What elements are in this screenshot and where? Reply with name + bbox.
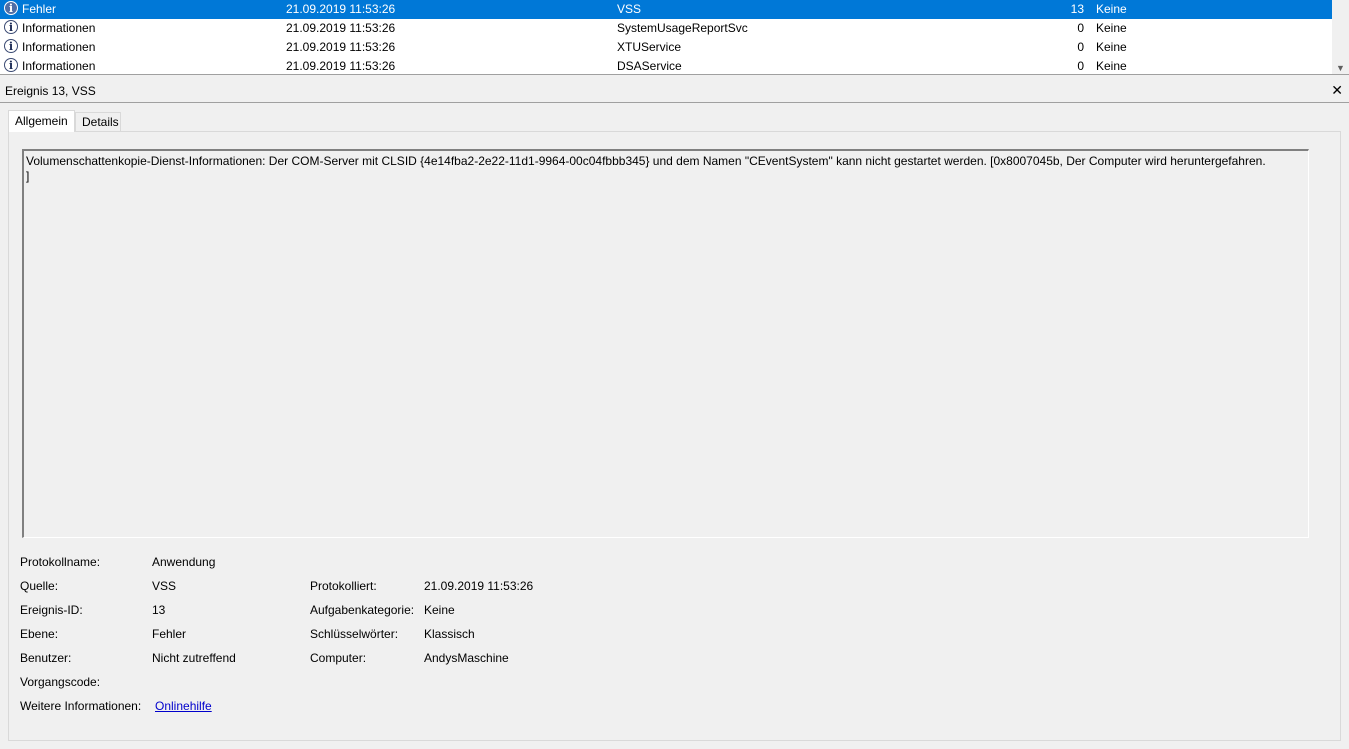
- opcode-label: Vorgangscode:: [20, 675, 101, 689]
- logged-value: 21.09.2019 11:53:26: [424, 579, 534, 593]
- online-help-link[interactable]: Onlinehilfe: [155, 699, 212, 713]
- keywords-label: Schlüsselwörter:: [310, 627, 399, 641]
- event-task-category: Keine: [1096, 59, 1127, 73]
- event-id: 0: [1077, 59, 1084, 73]
- log-name-label: Protokollname:: [20, 555, 101, 569]
- computer-label: Computer:: [310, 651, 367, 665]
- more-info-label: Weitere Informationen:: [20, 699, 142, 713]
- event-id-label: Ereignis-ID:: [20, 603, 83, 617]
- scroll-down-icon[interactable]: ▼: [1332, 61, 1349, 75]
- event-id-value: 13: [152, 603, 166, 617]
- task-category-label: Aufgabenkategorie:: [310, 603, 415, 617]
- detail-title: Ereignis 13, VSS: [5, 84, 96, 98]
- info-icon: [4, 0, 20, 18]
- event-level: Fehler: [22, 2, 57, 16]
- computer-value: AndysMaschine: [424, 651, 509, 665]
- source-value: VSS: [152, 579, 177, 593]
- event-date: 21.09.2019 11:53:26: [286, 40, 396, 54]
- user-label: Benutzer:: [20, 651, 72, 665]
- close-icon[interactable]: ✕: [1331, 81, 1343, 102]
- tab-details[interactable]: Details: [75, 112, 121, 132]
- event-row[interactable]: Informationen 21.09.2019 11:53:26 System…: [0, 18, 1332, 38]
- logged-label: Protokolliert:: [310, 579, 377, 593]
- user-value: Nicht zutreffend: [152, 651, 236, 665]
- event-id: 0: [1077, 40, 1084, 54]
- log-name-value: Anwendung: [152, 555, 216, 569]
- event-source: DSAService: [617, 59, 682, 73]
- info-icon: [4, 56, 20, 75]
- task-category-value: Keine: [424, 603, 455, 617]
- event-row[interactable]: Informationen 21.09.2019 11:53:26 DSASer…: [0, 56, 1332, 75]
- event-level: Informationen: [22, 21, 96, 35]
- pane-splitter[interactable]: [0, 74, 1349, 75]
- event-date: 21.09.2019 11:53:26: [286, 21, 396, 35]
- detail-header: Ereignis 13, VSS ✕: [0, 81, 1349, 102]
- event-id: 0: [1077, 21, 1084, 35]
- divider: [0, 102, 1349, 103]
- event-source: SystemUsageReportSvc: [617, 21, 748, 35]
- info-icon: [4, 18, 20, 37]
- level-label: Ebene:: [20, 627, 59, 641]
- event-date: 21.09.2019 11:53:26: [286, 59, 396, 73]
- event-source: VSS: [617, 2, 642, 16]
- event-row[interactable]: Informationen 21.09.2019 11:53:26 XTUSer…: [0, 37, 1332, 57]
- event-list[interactable]: Fehler 21.09.2019 11:53:26 VSS 13 Keine …: [0, 0, 1349, 75]
- tab-allgemein[interactable]: Allgemein: [8, 110, 75, 132]
- event-level: Informationen: [22, 40, 96, 54]
- event-level: Informationen: [22, 59, 96, 73]
- event-date: 21.09.2019 11:53:26: [286, 2, 396, 16]
- source-label: Quelle:: [20, 579, 59, 593]
- event-task-category: Keine: [1096, 40, 1127, 54]
- event-message-box[interactable]: Volumenschattenkopie-Dienst-Informatione…: [22, 149, 1309, 538]
- info-icon: [4, 37, 20, 56]
- keywords-value: Klassisch: [424, 627, 475, 641]
- event-row[interactable]: Fehler 21.09.2019 11:53:26 VSS 13 Keine: [0, 0, 1332, 19]
- level-value: Fehler: [152, 627, 187, 641]
- event-source: XTUService: [617, 40, 682, 54]
- list-scrollbar[interactable]: ▼: [1332, 0, 1349, 75]
- event-id: 13: [1070, 2, 1084, 16]
- event-task-category: Keine: [1096, 2, 1127, 16]
- event-task-category: Keine: [1096, 21, 1127, 35]
